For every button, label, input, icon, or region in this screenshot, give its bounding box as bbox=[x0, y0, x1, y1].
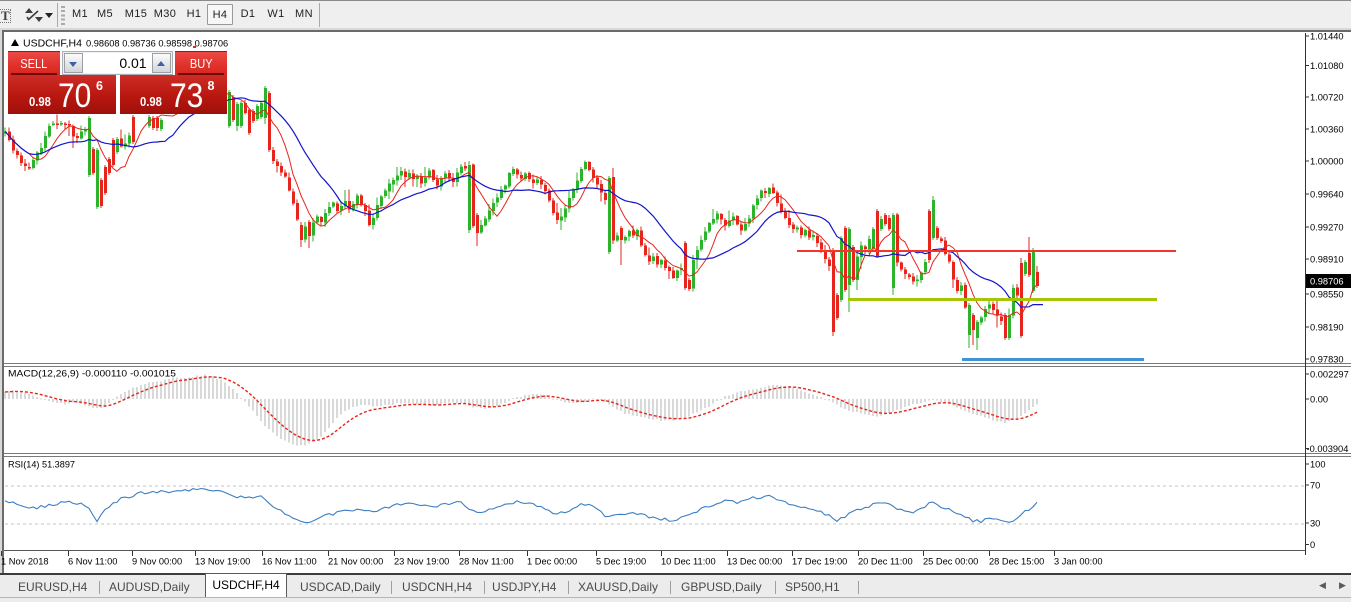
svg-text:1.00000: 1.00000 bbox=[1310, 157, 1344, 167]
svg-text:13 Dec 00:00: 13 Dec 00:00 bbox=[727, 557, 782, 567]
svg-text:1.01440: 1.01440 bbox=[1310, 32, 1344, 42]
svg-text:13 Nov 19:00: 13 Nov 19:00 bbox=[195, 557, 250, 567]
svg-text:-0.003904: -0.003904 bbox=[1307, 444, 1349, 454]
svg-text:6 Nov 11:00: 6 Nov 11:00 bbox=[68, 557, 117, 567]
svg-text:1.01080: 1.01080 bbox=[1310, 61, 1344, 71]
svg-text:3 Jan 00:00: 3 Jan 00:00 bbox=[1054, 557, 1103, 567]
svg-text:10 Dec 11:00: 10 Dec 11:00 bbox=[661, 557, 716, 567]
svg-text:20 Dec 11:00: 20 Dec 11:00 bbox=[858, 557, 913, 567]
svg-text:9 Nov 00:00: 9 Nov 00:00 bbox=[132, 557, 182, 567]
svg-text:70: 70 bbox=[1310, 481, 1320, 491]
svg-text:1 Nov 2018: 1 Nov 2018 bbox=[1, 557, 49, 567]
svg-text:0.98608 0.98736 0.98598 0.9870: 0.98608 0.98736 0.98598 0.98706 bbox=[86, 39, 228, 49]
svg-text:USDCHF,H4: USDCHF,H4 bbox=[23, 38, 82, 50]
svg-text:16 Nov 11:00: 16 Nov 11:00 bbox=[262, 557, 317, 567]
svg-text:0.98910: 0.98910 bbox=[1310, 255, 1344, 265]
svg-text:28 Dec 15:00: 28 Dec 15:00 bbox=[989, 557, 1044, 567]
svg-text:0.00: 0.00 bbox=[1310, 395, 1328, 405]
svg-text:17 Dec 19:00: 17 Dec 19:00 bbox=[792, 557, 847, 567]
svg-text:0: 0 bbox=[1310, 540, 1315, 550]
svg-text:5 Dec 19:00: 5 Dec 19:00 bbox=[596, 557, 646, 567]
svg-text:23 Nov 19:00: 23 Nov 19:00 bbox=[394, 557, 449, 567]
svg-text:0.99270: 0.99270 bbox=[1310, 223, 1344, 233]
svg-text:1.00360: 1.00360 bbox=[1310, 125, 1344, 135]
svg-text:0.98190: 0.98190 bbox=[1310, 323, 1344, 333]
svg-text:MACD(12,26,9) -0.000110 -0.001: MACD(12,26,9) -0.000110 -0.001015 bbox=[8, 369, 176, 379]
svg-text:28 Nov 11:00: 28 Nov 11:00 bbox=[459, 557, 514, 567]
svg-text:RSI(14) 51.3897: RSI(14) 51.3897 bbox=[8, 460, 75, 470]
svg-text:0.98550: 0.98550 bbox=[1310, 290, 1344, 300]
svg-text:0.97830: 0.97830 bbox=[1310, 355, 1344, 365]
svg-text:0.98706: 0.98706 bbox=[1310, 277, 1344, 287]
svg-text:0.99640: 0.99640 bbox=[1310, 190, 1344, 200]
svg-text:25 Dec 00:00: 25 Dec 00:00 bbox=[923, 557, 978, 567]
svg-text:100: 100 bbox=[1310, 460, 1326, 470]
svg-text:21 Nov 00:00: 21 Nov 00:00 bbox=[328, 557, 383, 567]
svg-text:1.00720: 1.00720 bbox=[1310, 93, 1344, 103]
svg-text:1 Dec 00:00: 1 Dec 00:00 bbox=[527, 557, 577, 567]
svg-text:0.002297: 0.002297 bbox=[1310, 370, 1349, 380]
svg-text:30: 30 bbox=[1310, 519, 1320, 529]
